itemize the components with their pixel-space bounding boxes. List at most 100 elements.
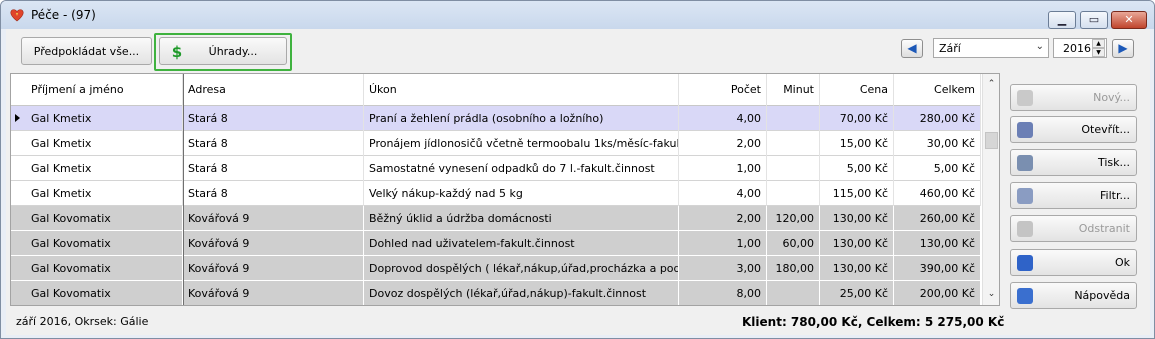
cell-address: Kovářová 9	[183, 281, 364, 305]
cell-name: Gal Kovomatix	[26, 206, 183, 231]
cell-name: Gal Kmetix	[26, 181, 183, 206]
filtr-label: Filtr...	[1100, 189, 1130, 202]
ok-button[interactable]: Ok	[1010, 249, 1137, 276]
cell-name: Gal Kovomatix	[26, 256, 183, 281]
cell-task: Běžný úklid a údržba domácnosti	[364, 206, 679, 231]
cell-total: 460,00 Kč	[894, 181, 981, 206]
cell-price: 130,00 Kč	[820, 231, 894, 256]
cell-name: Gal Kmetix	[26, 106, 183, 131]
table-row[interactable]: Gal Kmetix Stará 8 Pronájem jídlonosičů vč…	[11, 131, 981, 156]
cell-total: 200,00 Kč	[894, 281, 981, 305]
table-row[interactable]: Gal Kmetix Stará 8 Samostatné vynesení odp…	[11, 156, 981, 181]
cell-count: 8,00	[679, 281, 767, 305]
title-bar: Péče - (97) ▁ ▭ ✕	[1, 1, 1154, 29]
cell-price: 15,00 Kč	[820, 131, 894, 156]
cell-total: 390,00 Kč	[894, 256, 981, 281]
cell-address: Kovářová 9	[183, 256, 364, 281]
cell-address: Kovářová 9	[183, 231, 364, 256]
cell-minutes	[767, 181, 820, 206]
cell-count: 4,00	[679, 181, 767, 206]
cell-price: 25,00 Kč	[820, 281, 894, 305]
cell-minutes	[767, 281, 820, 305]
column-header-task[interactable]: Úkon	[364, 74, 679, 106]
minimize-icon: ▁	[1057, 13, 1067, 26]
column-header-name[interactable]: Příjmení a jméno	[26, 74, 183, 106]
scroll-thumb[interactable]	[985, 132, 998, 149]
delete-x-icon	[1017, 221, 1033, 237]
table-row[interactable]: Gal Kmetix Stará 8 Velký nákup-každý nad 5…	[11, 181, 981, 206]
edit-doc-icon	[1017, 122, 1033, 138]
uhrady-button[interactable]: $ Úhrady...	[159, 37, 287, 65]
table-row[interactable]: Gal Kovomatix Kovářová 9 Dohled nad uživat…	[11, 231, 981, 256]
column-header-total[interactable]: Celkem	[894, 74, 981, 106]
column-header-address[interactable]: Adresa	[183, 74, 364, 106]
cell-minutes	[767, 156, 820, 181]
cell-minutes	[767, 131, 820, 156]
novy-button[interactable]: Nový...	[1010, 84, 1137, 111]
minimize-button[interactable]: ▁	[1048, 11, 1076, 29]
arrow-left-icon: ◀	[907, 41, 917, 55]
cell-total: 260,00 Kč	[894, 206, 981, 231]
new-doc-icon	[1017, 90, 1033, 106]
cell-name: Gal Kovomatix	[26, 281, 183, 305]
table-row[interactable]: Gal Kovomatix Kovářová 9 Běžný úklid a údr…	[11, 206, 981, 231]
services-grid[interactable]: Příjmení a jméno Adresa Úkon Počet Minut…	[10, 73, 1000, 306]
status-totals: Klient: 780,00 Kč, Celkem: 5 275,00 Kč	[742, 315, 1005, 329]
ok-check-icon	[1017, 255, 1033, 271]
cell-task: Dohled nad uživatelem-fakult.činnost	[364, 231, 679, 256]
grid-header: Příjmení a jméno Adresa Úkon Počet Minut…	[11, 74, 981, 106]
cell-count: 1,00	[679, 156, 767, 181]
vertical-scrollbar[interactable]: ⌃ ⌄	[982, 74, 999, 305]
year-spinner[interactable]: 2016 ▲ ▼	[1053, 38, 1107, 58]
table-row[interactable]: Gal Kovomatix Kovářová 9 Dovoz dospělých (…	[11, 281, 981, 305]
cell-address: Kovářová 9	[183, 206, 364, 231]
prev-month-button[interactable]: ◀	[901, 39, 923, 58]
predpokladat-button[interactable]: Předpokládat vše...	[21, 37, 152, 65]
cell-address: Stará 8	[183, 181, 364, 206]
heart-app-icon	[10, 9, 24, 22]
cell-count: 4,00	[679, 106, 767, 131]
scroll-up-icon[interactable]: ⌃	[983, 76, 999, 93]
column-header-count[interactable]: Počet	[679, 74, 767, 106]
current-row-indicator-icon	[15, 114, 20, 122]
tisk-button[interactable]: Tisk...	[1010, 149, 1137, 176]
odstranit-label: Odstranit	[1078, 222, 1130, 235]
cell-total: 30,00 Kč	[894, 131, 981, 156]
otevrit-button[interactable]: Otevřít...	[1010, 116, 1137, 143]
maximize-icon: ▭	[1088, 13, 1100, 26]
month-value: Září	[939, 42, 961, 55]
cell-minutes	[767, 106, 820, 131]
cell-count: 3,00	[679, 256, 767, 281]
table-row[interactable]: Gal Kovomatix Kovářová 9 Doprovod dospělýc…	[11, 256, 981, 281]
column-divider	[183, 74, 184, 305]
arrow-right-icon: ▶	[1118, 41, 1128, 55]
month-select[interactable]: Září ⌄	[933, 38, 1049, 58]
cell-total: 5,00 Kč	[894, 156, 981, 181]
column-header-minutes[interactable]: Minut	[767, 74, 820, 106]
scroll-down-icon[interactable]: ⌄	[983, 286, 999, 303]
table-row[interactable]: Gal Kmetix Stará 8 Praní a žehlení prádla …	[11, 106, 981, 131]
next-month-button[interactable]: ▶	[1112, 39, 1134, 58]
column-header-price[interactable]: Cena	[820, 74, 894, 106]
maximize-button[interactable]: ▭	[1080, 11, 1108, 29]
year-value: 2016	[1063, 42, 1091, 55]
close-button[interactable]: ✕	[1111, 11, 1147, 29]
spin-down-icon[interactable]: ▼	[1092, 48, 1105, 57]
filtr-button[interactable]: Filtr...	[1010, 182, 1137, 209]
printer-icon	[1017, 155, 1033, 171]
cell-name: Gal Kmetix	[26, 131, 183, 156]
cell-name: Gal Kmetix	[26, 156, 183, 181]
napoveda-button[interactable]: Nápověda	[1010, 282, 1137, 309]
uhrady-label: Úhrady...	[208, 44, 258, 58]
status-period: září 2016, Okrsek: Gálie	[16, 315, 149, 328]
cell-name: Gal Kovomatix	[26, 231, 183, 256]
help-icon	[1017, 288, 1033, 304]
cell-minutes: 120,00	[767, 206, 820, 231]
spin-up-icon[interactable]: ▲	[1092, 39, 1105, 48]
cell-task: Samostatné vynesení odpadků do 7 l.-faku…	[364, 156, 679, 181]
odstranit-button[interactable]: Odstranit	[1010, 215, 1137, 242]
close-icon: ✕	[1124, 13, 1134, 26]
cell-count: 2,00	[679, 131, 767, 156]
app-window: Péče - (97) ▁ ▭ ✕ Předpokládat vše... $ …	[0, 0, 1155, 339]
cell-task: Doprovod dospělých ( lékař,nákup,úřad,pr…	[364, 256, 679, 281]
